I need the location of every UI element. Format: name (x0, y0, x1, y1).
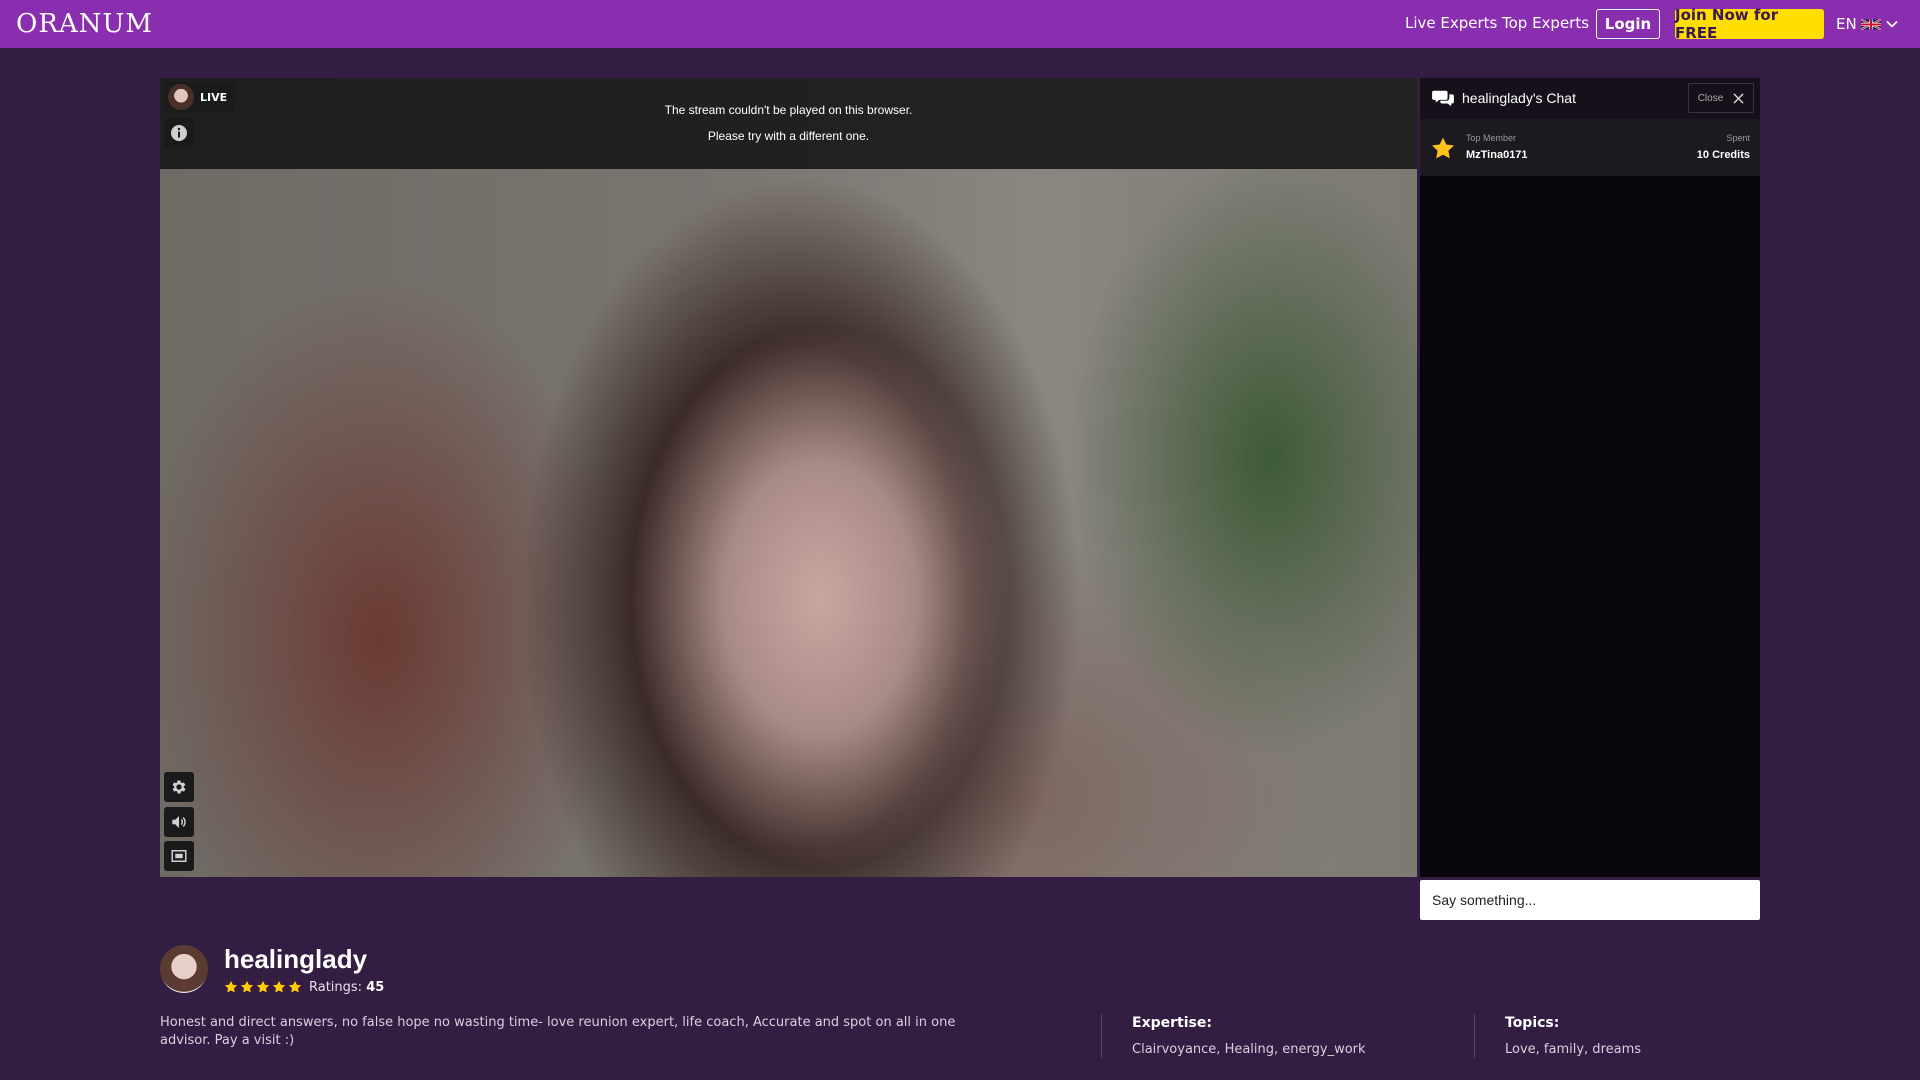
top-member-name[interactable]: MzTina0171 (1466, 149, 1528, 161)
close-label: Close (1697, 92, 1724, 104)
top-member-bar: Top Member MzTina0171 Spent 10 Credits (1420, 119, 1760, 176)
top-navigation-bar: ORANUM Live Experts Top Experts Login Jo… (0, 0, 1920, 48)
star-icon (240, 980, 254, 993)
spent-value: 10 Credits (1696, 149, 1750, 161)
join-now-button[interactable]: Join Now for FREE (1675, 6, 1824, 42)
chat-panel: healinglady's Chat Close Top Member MzTi… (1420, 78, 1760, 877)
top-member-label: Top Member (1466, 133, 1517, 143)
video-player[interactable]: LIVE The stream couldn't be played on th… (160, 78, 1417, 877)
star-icon (272, 980, 286, 993)
star-icon (1432, 137, 1454, 159)
expert-name: healinglady (224, 944, 368, 974)
login-button[interactable]: Login (1596, 9, 1660, 39)
ratings-count: 45 (366, 980, 385, 995)
chat-header: healinglady's Chat Close (1420, 78, 1760, 119)
chat-close-button[interactable]: Close (1688, 83, 1754, 113)
expertise-title: Expertise: (1132, 1015, 1212, 1031)
live-label: LIVE (200, 90, 228, 104)
nav-top-experts[interactable]: Top Experts (1502, 14, 1589, 32)
star-icon (256, 980, 270, 993)
stream-error-line1: The stream couldn't be played on this br… (664, 103, 913, 117)
chat-title: healinglady's Chat (1462, 90, 1576, 106)
ratings-summary: Ratings: 45 (309, 980, 384, 995)
close-icon (1733, 92, 1744, 104)
spent-label: Spent (1726, 133, 1750, 143)
volume-button[interactable] (164, 807, 194, 837)
star-icon (288, 980, 302, 993)
chat-message-input[interactable] (1420, 880, 1760, 920)
fullscreen-button[interactable] (164, 841, 194, 871)
gear-icon (172, 780, 186, 794)
nav-live-experts[interactable]: Live Experts (1405, 14, 1497, 32)
settings-button[interactable] (164, 772, 194, 802)
speaker-icon (172, 816, 186, 828)
oranum-logo[interactable]: ORANUM (16, 9, 153, 39)
stream-error-line2: Please try with a different one. (707, 129, 870, 143)
uk-flag-icon (1860, 18, 1881, 30)
chat-bubbles-icon (1432, 90, 1454, 107)
video-message-overlay (160, 78, 1417, 169)
screen-icon (171, 850, 187, 862)
expertise-value: Clairvoyance, Healing, energy_work (1132, 1042, 1366, 1057)
topics-value: Love, family, dreams (1505, 1042, 1642, 1057)
section-divider (1101, 1014, 1102, 1058)
expert-description: Honest and direct answers, no false hope… (160, 1015, 956, 1048)
star-rating (224, 980, 302, 994)
ratings-label: Ratings: (309, 980, 363, 995)
expert-avatar[interactable] (160, 945, 208, 993)
chevron-down-icon (1886, 20, 1898, 28)
section-divider (1474, 1014, 1475, 1058)
star-icon (224, 980, 238, 993)
topics-title: Topics: (1505, 1015, 1560, 1031)
language-code: EN (1836, 15, 1857, 33)
language-selector[interactable]: EN (1836, 12, 1899, 36)
